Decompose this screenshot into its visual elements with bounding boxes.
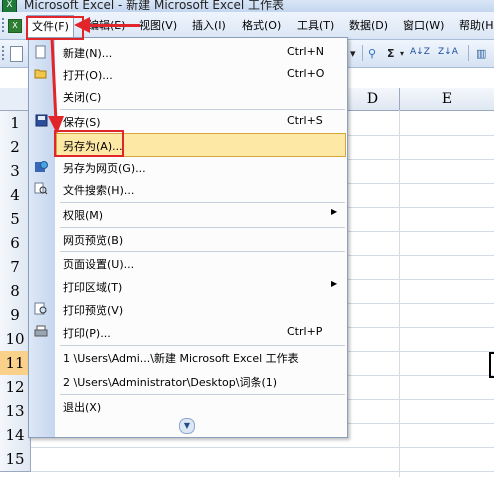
menu-item-label: 网页预览(B) [63, 234, 124, 247]
row-header-11[interactable]: 11 [0, 351, 31, 376]
menu-item-shortcut: Ctrl+P [287, 325, 323, 338]
hyperlink-icon[interactable]: ⚲ [368, 47, 376, 60]
menu-item-shortcut: Ctrl+N [287, 45, 325, 58]
menu-insert[interactable]: 插入(I) [192, 19, 226, 33]
menu-item-open[interactable]: 打开(O)... Ctrl+O [29, 63, 347, 85]
menu-tools[interactable]: 工具(T) [297, 19, 334, 33]
menu-item-web-preview[interactable]: 网页预览(B) [29, 228, 347, 250]
annotation-down-arrow-icon [48, 37, 64, 134]
menu-format[interactable]: 格式(O) [242, 19, 281, 33]
menu-item-label: 打印区域(T) [63, 281, 123, 294]
menubar-grip-icon[interactable] [2, 18, 7, 32]
column-header-d[interactable]: D [346, 88, 400, 111]
menu-item-shortcut: Ctrl+O [287, 67, 325, 80]
window-title: Microsoft Excel - 新建 Microsoft Excel 工作表 [24, 0, 285, 12]
menu-item-label: 新建(N)... [63, 47, 113, 60]
row-header-10[interactable]: 10 [0, 327, 31, 352]
menu-item-print-preview[interactable]: 打印预览(V) [29, 298, 347, 320]
title-bar: X Microsoft Excel - 新建 Microsoft Excel 工… [0, 0, 494, 12]
save-as-web-icon [34, 160, 48, 174]
row-header-15[interactable]: 15 [0, 447, 31, 472]
row-header-1[interactable]: 1 [0, 111, 31, 136]
toolbar-grip-icon[interactable] [2, 46, 7, 60]
row-header-7[interactable]: 7 [0, 255, 31, 280]
submenu-arrow-icon: ▶ [331, 207, 338, 216]
menu-item-permission[interactable]: 权限(M) ▶ [29, 203, 347, 225]
row-header-8[interactable]: 8 [0, 279, 31, 304]
gridline [399, 110, 400, 477]
workbook-icon[interactable]: X [8, 19, 22, 33]
menu-item-label: 1 \Users\Admi...\新建 Microsoft Excel 工作表 [63, 352, 299, 365]
menu-item-print[interactable]: 打印(P)... Ctrl+P [29, 321, 347, 343]
menu-help[interactable]: 帮助(H) [459, 19, 494, 33]
menu-item-save-as-web[interactable]: 另存为网页(G)... [29, 156, 347, 178]
row-header-5[interactable]: 5 [0, 207, 31, 232]
row-header-4[interactable]: 4 [0, 183, 31, 208]
menu-item-file-search[interactable]: 文件搜索(H)... [29, 178, 347, 200]
menu-view[interactable]: 视图(V) [139, 19, 177, 33]
row-header-9[interactable]: 9 [0, 303, 31, 328]
excel-app-icon: X [2, 0, 17, 12]
submenu-arrow-icon: ▶ [331, 279, 338, 288]
print-preview-icon [34, 302, 48, 316]
menu-item-label: 打开(O)... [63, 69, 113, 82]
active-cell-border[interactable] [489, 352, 494, 378]
menu-item-recent-file-1[interactable]: 1 \Users\Admi...\新建 Microsoft Excel 工作表 [29, 346, 347, 368]
print-icon [34, 325, 48, 339]
row-header-2[interactable]: 2 [0, 135, 31, 160]
row-header-3[interactable]: 3 [0, 159, 31, 184]
menu-item-print-area[interactable]: 打印区域(T) ▶ [29, 275, 347, 297]
menu-item-save[interactable]: 保存(S) Ctrl+S [29, 110, 347, 132]
sort-descending-button[interactable]: Z↓A [438, 47, 458, 57]
expand-menu-chevron-icon[interactable]: ▼ [179, 418, 195, 434]
menu-item-label: 打印(P)... [63, 327, 111, 340]
column-header-e[interactable]: E [400, 88, 494, 111]
toolbar-separator [468, 45, 469, 61]
row-header-13[interactable]: 13 [0, 399, 31, 424]
menu-item-label: 另存为网页(G)... [63, 162, 146, 175]
file-menu-dropdown: 新建(N)... Ctrl+N 打开(O)... Ctrl+O 关闭(C) 保存… [28, 37, 348, 438]
gridline [31, 447, 494, 448]
menu-item-label: 打印预览(V) [63, 304, 124, 317]
menu-data[interactable]: 数据(D) [349, 19, 388, 33]
toolbar-separator [362, 45, 363, 61]
autosum-button[interactable]: Σ [387, 47, 395, 60]
menu-window[interactable]: 窗口(W) [403, 19, 444, 33]
row-header-12[interactable]: 12 [0, 375, 31, 400]
toolbar-new-icon[interactable] [10, 46, 23, 62]
menu-item-close[interactable]: 关闭(C) [29, 85, 347, 107]
menu-item-label: 2 \Users\Administrator\Desktop\词条(1) [63, 376, 278, 389]
row-header-6[interactable]: 6 [0, 231, 31, 256]
menu-item-shortcut: Ctrl+S [287, 114, 323, 127]
menu-item-label: 退出(X) [63, 401, 102, 414]
annotation-arrowhead-icon [74, 17, 90, 33]
sort-ascending-button[interactable]: A↓Z [410, 47, 430, 57]
toolbar-dropdown-arrow-icon[interactable]: ▾ [350, 47, 356, 60]
autosum-dropdown-icon[interactable]: ▾ [400, 49, 404, 58]
menu-item-exit[interactable]: 退出(X) [29, 395, 347, 417]
menu-item-label: 权限(M) [63, 209, 104, 222]
menu-item-recent-file-2[interactable]: 2 \Users\Administrator\Desktop\词条(1) [29, 370, 347, 392]
row-header-14[interactable]: 14 [0, 423, 31, 448]
menu-item-label: 页面设置(U)... [63, 258, 135, 271]
menu-item-page-setup[interactable]: 页面设置(U)... [29, 252, 347, 274]
menu-item-label: 文件搜索(H)... [63, 184, 135, 197]
excel-window: X Microsoft Excel - 新建 Microsoft Excel 工… [0, 0, 494, 477]
menu-item-new[interactable]: 新建(N)... Ctrl+N [29, 41, 347, 63]
gridline [31, 471, 494, 472]
select-all-corner[interactable] [0, 88, 31, 111]
file-search-icon [34, 182, 48, 196]
chart-wizard-icon[interactable]: ▥ [476, 47, 486, 60]
